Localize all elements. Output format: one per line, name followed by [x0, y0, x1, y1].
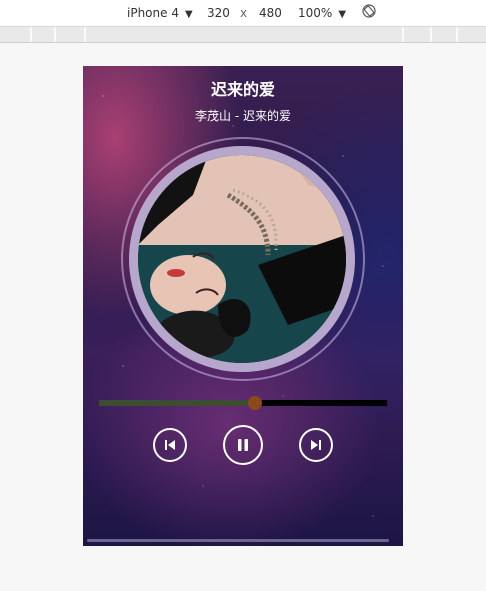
- chevron-down-icon: ▼: [338, 9, 347, 20]
- media-query-ruler: [0, 27, 486, 43]
- song-title: 迟来的爱: [210, 80, 275, 99]
- ruler-segment[interactable]: [84, 27, 404, 42]
- horizontal-scrollbar[interactable]: [87, 539, 389, 542]
- ruler-segment[interactable]: [54, 27, 86, 42]
- ruler-segment[interactable]: [430, 27, 458, 42]
- rotate-device-icon[interactable]: [362, 4, 376, 18]
- device-name: iPhone 4: [127, 6, 179, 20]
- device-toolbar: iPhone 4 ▼ 320 x 480 100% ▼: [0, 0, 486, 27]
- ruler-segment[interactable]: [30, 27, 56, 42]
- previous-track-button[interactable]: [153, 428, 187, 462]
- progress-slider[interactable]: [99, 396, 387, 410]
- progress-fill: [99, 400, 255, 406]
- next-track-button[interactable]: [299, 428, 333, 462]
- pause-icon: [238, 439, 248, 451]
- music-player: 迟来的爱 李茂山 - 迟来的爱: [83, 66, 403, 546]
- chevron-down-icon: ▼: [184, 9, 193, 20]
- album-cover: [138, 155, 346, 363]
- pause-button[interactable]: [223, 425, 263, 465]
- ruler-segment[interactable]: [0, 27, 32, 42]
- album-cover-image: [138, 155, 346, 363]
- viewport-width-input[interactable]: 320: [207, 6, 230, 20]
- ruler-segment[interactable]: [402, 27, 432, 42]
- dimension-separator: x: [240, 6, 248, 20]
- zoom-value: 100%: [298, 6, 333, 20]
- skip-next-icon: [311, 440, 321, 450]
- device-select[interactable]: iPhone 4 ▼: [127, 6, 193, 20]
- viewport-height-input[interactable]: 480: [259, 6, 282, 20]
- ruler-segment[interactable]: [456, 27, 486, 42]
- song-subtitle: 李茂山 - 迟来的爱: [195, 109, 291, 123]
- skip-previous-icon: [165, 440, 175, 450]
- progress-handle[interactable]: [248, 396, 262, 410]
- zoom-select[interactable]: 100% ▼: [298, 6, 346, 20]
